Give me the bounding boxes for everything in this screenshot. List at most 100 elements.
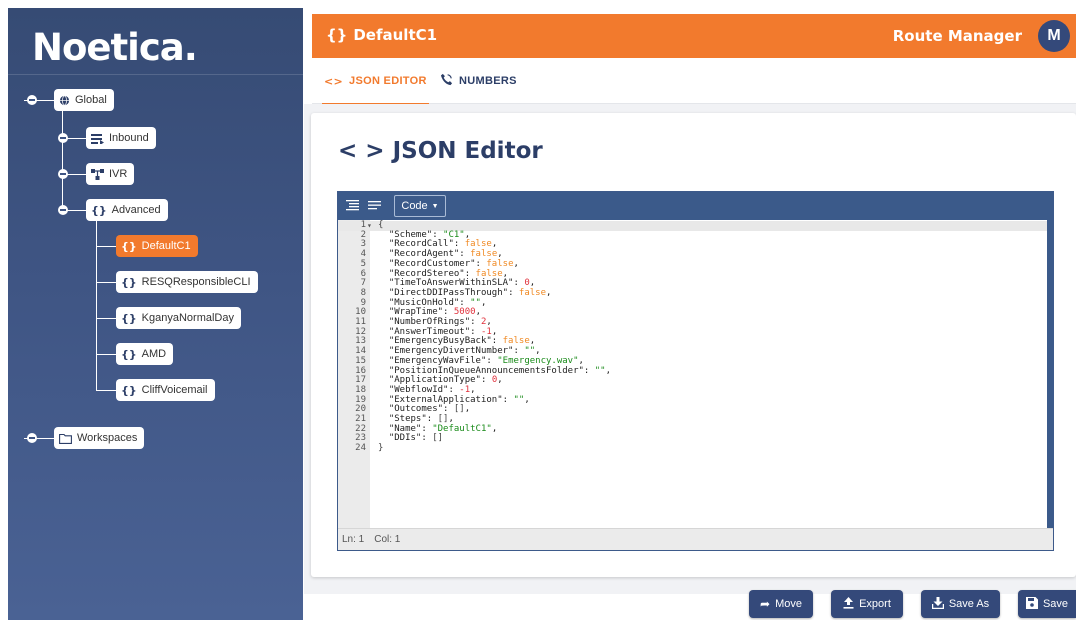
json-value: "" (594, 365, 606, 376)
json-value: 0 (491, 375, 498, 386)
tree-node-label: Inbound (109, 132, 149, 144)
sidebar: Noetica. Global Inbound IVR {} Advanced … (8, 8, 303, 620)
json-value: 2 (480, 317, 487, 327)
save-button[interactable]: Save (1018, 590, 1076, 618)
collapse-toggle-inbound[interactable] (58, 133, 68, 143)
tree-node-label: IVR (109, 168, 128, 180)
json-key: "DDIs" (388, 433, 422, 444)
tree-node-label: RESQResponsibleCLI (141, 276, 251, 288)
json-value: false (470, 249, 498, 260)
fold-toggle-icon[interactable]: ▾ (367, 221, 372, 231)
floppy-icon (1025, 596, 1038, 612)
json-value: [] (453, 404, 465, 415)
json-value: "" (513, 394, 525, 405)
json-key: "Name" (388, 423, 422, 434)
json-value: "C1" (443, 229, 465, 240)
tree-connector (96, 282, 116, 283)
format-icon[interactable] (346, 199, 359, 214)
tree-node-inbound[interactable]: Inbound (86, 127, 156, 149)
braces-icon: {} (121, 347, 137, 361)
tree-node-ivr[interactable]: IVR (86, 163, 135, 185)
json-value: false (502, 336, 530, 347)
json-value: -1 (459, 384, 471, 395)
code-icon: < > (338, 138, 385, 164)
editor-toolbar: Code ▼ (338, 192, 1053, 220)
json-key: "ExternalApplication" (388, 394, 503, 405)
collapse-toggle-workspaces[interactable] (27, 433, 37, 443)
json-key: "Scheme" (388, 229, 433, 240)
code-icon: <> (324, 74, 344, 88)
json-key: "Steps" (388, 414, 427, 424)
compact-icon[interactable] (368, 199, 381, 214)
json-value: false (486, 258, 514, 269)
logo: Noetica. (32, 26, 198, 69)
vertical-scrollbar[interactable] (1047, 220, 1053, 528)
json-value: [] (432, 433, 444, 444)
json-key: "EmergencyDivertNumber" (388, 346, 514, 357)
tree-node-amd[interactable]: {} AMD (116, 343, 174, 365)
tab-label: JSON EDITOR (349, 75, 427, 87)
braces-icon: {} (121, 275, 137, 289)
code-area[interactable]: 1 ▾{2 "Scheme": "C1", 3 "RecordCall": fals… (338, 220, 1053, 528)
tree-node-resqresponsiblecli[interactable]: {} RESQResponsibleCLI (116, 271, 258, 293)
button-label: Save (1042, 598, 1069, 610)
export-button[interactable]: Export (831, 590, 903, 618)
code-line: 23 "DDIs": [] (338, 434, 1047, 444)
tree-node-kganyanormalday[interactable]: {} KganyaNormalDay (116, 307, 241, 329)
tree-connector (96, 318, 116, 319)
json-value: 0 (524, 278, 530, 289)
tree-node-workspaces[interactable]: Workspaces (54, 427, 145, 449)
download-icon (931, 596, 944, 612)
json-key: "RecordStereo" (388, 268, 465, 279)
tree-node-cliffvoicemail[interactable]: {} CliffVoicemail (116, 379, 215, 401)
mode-select[interactable]: Code ▼ (394, 195, 446, 217)
json-key: "TimeToAnswerWithinSLA" (388, 278, 514, 289)
save-as-button[interactable]: Save As (921, 590, 1000, 618)
collapse-toggle-advanced[interactable] (58, 205, 68, 215)
tree-node-label: Workspaces (77, 432, 138, 444)
code-line: 24} (338, 443, 1047, 454)
json-key: "NumberOfRings" (388, 317, 471, 327)
collapse-toggle-ivr[interactable] (58, 169, 68, 179)
json-value: false (518, 287, 546, 298)
tree-node-advanced[interactable]: {} Advanced (86, 199, 168, 221)
json-key: "EmergencyBusyBack" (388, 336, 492, 347)
header-bar: {} DefaultC1 Route Manager M (312, 14, 1076, 58)
json-value: false (475, 268, 503, 279)
tree-node-label: AMD (141, 348, 167, 360)
collapse-toggle-global[interactable] (27, 95, 37, 105)
chevron-down-icon: ▼ (431, 202, 439, 210)
tab-json-editor[interactable]: <> JSON EDITOR (322, 58, 429, 105)
line-number: 24 (355, 443, 366, 454)
tree-node-label: KganyaNormalDay (141, 312, 234, 324)
app-root: Noetica. Global Inbound IVR {} Advanced … (0, 0, 1076, 620)
cursor-line: Ln: 1 (342, 534, 365, 545)
sidebar-divider (8, 74, 303, 75)
app-name: Route Manager (892, 27, 1022, 45)
json-editor[interactable]: Code ▼ 1 ▾{2 "Scheme": "C1", 3 "RecordCall… (337, 191, 1054, 551)
flow-icon (91, 168, 104, 180)
button-label: Save As (948, 598, 990, 610)
cursor-column: Col: 1 (374, 534, 401, 545)
json-key: "RecordCall" (388, 239, 454, 250)
move-button[interactable]: ➦ Move (749, 590, 813, 618)
tree-connector (62, 108, 63, 210)
folder-icon (59, 433, 72, 444)
json-key: "ApplicationType" (388, 375, 481, 386)
json-value: false (464, 239, 492, 250)
page-title-text: DefaultC1 (353, 26, 438, 44)
editor-status-bar: Ln: 1 Col: 1 (338, 528, 1053, 550)
tree-node-global[interactable]: Global (54, 89, 114, 111)
phone-icon (440, 73, 453, 89)
braces-icon: {} (121, 311, 137, 325)
avatar[interactable]: M (1038, 20, 1070, 52)
page-title: {} DefaultC1 (326, 26, 437, 44)
braces-icon: {} (121, 383, 137, 397)
json-value: [] (437, 414, 449, 424)
tree-connector (96, 390, 116, 391)
json-value: "" (470, 297, 481, 308)
tab-numbers[interactable]: NUMBERS (440, 58, 517, 104)
json-value: "Emergency.wav" (497, 355, 579, 366)
json-value: 5000 (453, 307, 476, 318)
tree-node-defaultc1[interactable]: {} DefaultC1 (116, 235, 198, 257)
